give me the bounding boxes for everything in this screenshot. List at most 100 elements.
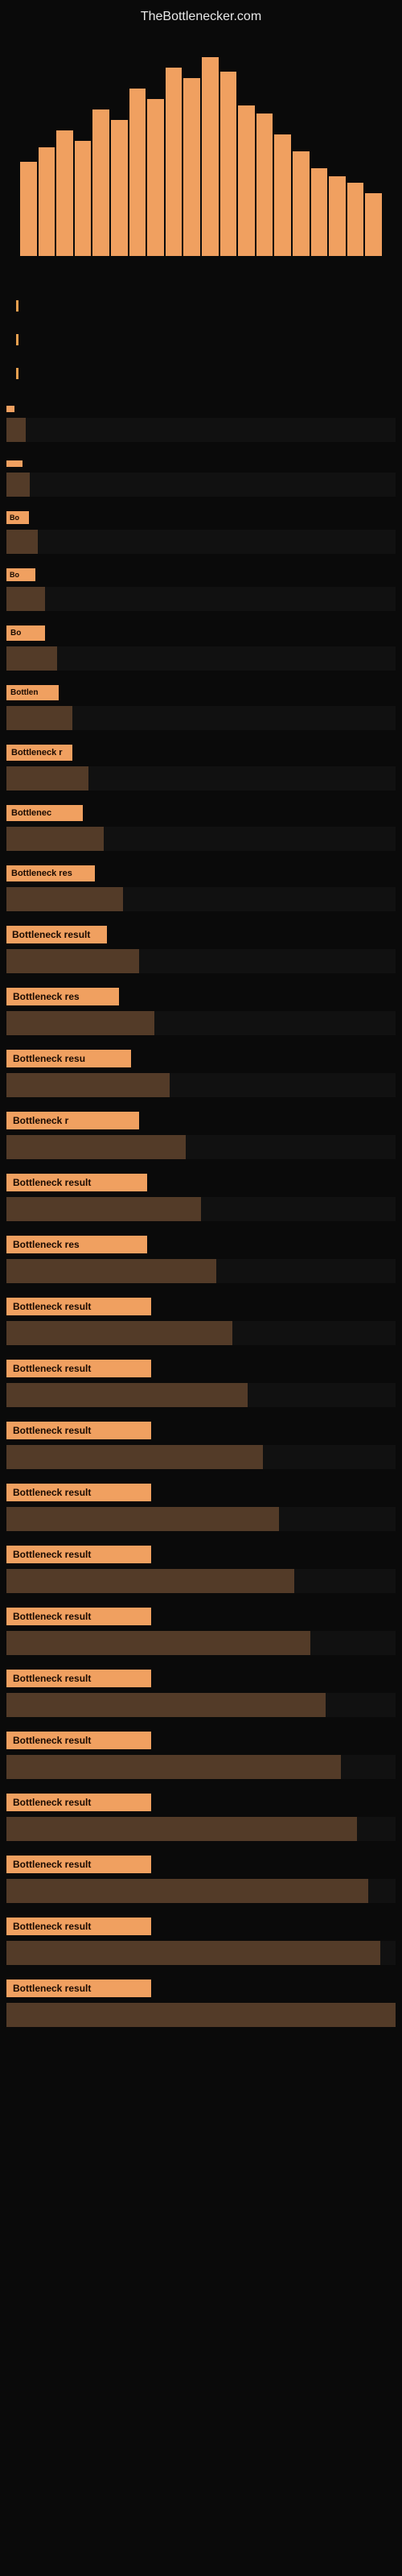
bottleneck-result-label[interactable]: Bo: [6, 511, 29, 524]
result-item: Bottleneck result: [6, 1670, 396, 1717]
result-item: B: [6, 456, 396, 497]
chart-area: [0, 31, 402, 288]
result-bar-fill: [6, 706, 72, 730]
result-bar-background: [6, 1135, 396, 1159]
result-item: Bottleneck result: [6, 1484, 396, 1531]
result-item: Bottleneck result: [6, 1794, 396, 1841]
chart-bar: [39, 147, 55, 256]
chart-bar: [311, 168, 328, 256]
bottleneck-result-label[interactable]: Bottleneck result: [6, 1298, 151, 1315]
result-bar-fill: [6, 887, 123, 911]
chart-bar: [56, 130, 73, 256]
chart-bar: [256, 114, 273, 256]
result-bar-fill: [6, 1879, 368, 1903]
bottleneck-result-label[interactable]: Bottleneck resu: [6, 1050, 131, 1067]
result-bar-background: [6, 1197, 396, 1221]
result-bar-background: [6, 706, 396, 730]
bottleneck-result-label[interactable]: Bottlen: [6, 685, 59, 700]
bottleneck-result-label[interactable]: Bottleneck r: [6, 1112, 139, 1129]
result-bar-fill: [6, 1569, 294, 1593]
chart-bar: [111, 120, 128, 256]
result-item: Bottleneck result: [6, 1918, 396, 1965]
bottleneck-result-label[interactable]: Bottleneck result: [6, 1546, 151, 1563]
result-bar-background: [6, 1693, 396, 1717]
chart-bar: [129, 89, 146, 256]
result-item: Bottleneck result: [6, 1546, 396, 1593]
bottleneck-result-label[interactable]: Bottleneck result: [6, 1484, 151, 1501]
result-bar-fill: [6, 473, 30, 497]
chart-bar: [75, 141, 92, 256]
chart-bar: [347, 183, 364, 256]
chart-bar: [329, 176, 346, 256]
bottleneck-result-label[interactable]: B: [6, 406, 14, 412]
result-item: Bo: [6, 511, 396, 554]
result-bar-fill: [6, 1073, 170, 1097]
result-bar-background: [6, 646, 396, 671]
result-item: Bottlen: [6, 685, 396, 730]
results-container: B B Bo Bo Bo Bottlen Bottleneck r Bottlenec Bott…: [0, 402, 402, 2027]
bottleneck-result-label[interactable]: Bottleneck result: [6, 1794, 151, 1811]
result-bar-fill: [6, 766, 88, 791]
bottleneck-result-label[interactable]: Bottleneck result: [6, 1360, 151, 1377]
bottleneck-result-label[interactable]: Bottleneck r: [6, 745, 72, 761]
bottleneck-result-label[interactable]: Bottlenec: [6, 805, 83, 821]
result-bar-background: [6, 1073, 396, 1097]
bottleneck-result-label[interactable]: Bottleneck result: [6, 1608, 151, 1625]
label-marker: [16, 334, 18, 345]
result-bar-background: [6, 587, 396, 611]
site-title: TheBottlenecker.com: [0, 0, 402, 31]
result-bar-background: [6, 1755, 396, 1779]
bottleneck-result-label[interactable]: Bottleneck result: [6, 1732, 151, 1749]
result-item: Bottleneck r: [6, 745, 396, 791]
label-marker: [16, 300, 18, 312]
bottleneck-result-label[interactable]: Bottleneck result: [6, 1856, 151, 1873]
bottleneck-result-label[interactable]: Bottleneck result: [6, 926, 107, 943]
result-bar-fill: [6, 1507, 279, 1531]
result-bar-fill: [6, 1383, 248, 1407]
result-item: Bottleneck res: [6, 988, 396, 1035]
bottleneck-result-label[interactable]: B: [6, 460, 23, 467]
result-item: Bottleneck result: [6, 926, 396, 973]
chart-bar: [20, 162, 37, 256]
chart-bar: [183, 78, 200, 256]
bottleneck-result-label[interactable]: Bottleneck res: [6, 988, 119, 1005]
result-bar-background: [6, 949, 396, 973]
result-bar-background: [6, 827, 396, 851]
bottleneck-result-label[interactable]: Bottleneck result: [6, 1174, 147, 1191]
result-item: Bottleneck res: [6, 865, 396, 911]
chart-bar: [220, 72, 237, 256]
result-item: Bottleneck result: [6, 1422, 396, 1469]
result-bar-fill: [6, 1941, 380, 1965]
chart-bar: [202, 57, 219, 256]
result-bar-fill: [6, 1817, 357, 1841]
result-bar-background: [6, 1259, 396, 1283]
result-bar-fill: [6, 1135, 186, 1159]
result-bar-fill: [6, 2003, 396, 2027]
bottleneck-result-label[interactable]: Bottleneck result: [6, 1670, 151, 1687]
result-bar-background: [6, 1445, 396, 1469]
result-item: Bottleneck res: [6, 1236, 396, 1283]
result-item: Bottleneck result: [6, 1360, 396, 1407]
bottleneck-result-label[interactable]: Bo: [6, 568, 35, 581]
result-item: Bottleneck result: [6, 1608, 396, 1655]
label-marker: [16, 368, 18, 379]
result-item: Bottleneck r: [6, 1112, 396, 1159]
bottleneck-result-label[interactable]: Bottleneck result: [6, 1422, 151, 1439]
result-bar-background: [6, 1941, 396, 1965]
chart-bar: [166, 68, 183, 256]
bottleneck-result-label[interactable]: Bottleneck res: [6, 865, 95, 881]
result-bar-background: [6, 418, 396, 442]
upper-label-2: [16, 334, 386, 345]
result-bar-background: [6, 2003, 396, 2027]
bottleneck-result-label[interactable]: Bottleneck res: [6, 1236, 147, 1253]
result-bar-background: [6, 530, 396, 554]
bottleneck-result-label[interactable]: Bo: [6, 625, 45, 641]
chart-bar: [92, 109, 109, 256]
bottleneck-result-label[interactable]: Bottleneck result: [6, 1918, 151, 1935]
result-bar-fill: [6, 1445, 263, 1469]
result-item: Bo: [6, 568, 396, 611]
result-bar-fill: [6, 827, 104, 851]
result-bar-background: [6, 1879, 396, 1903]
bottleneck-result-label[interactable]: Bottleneck result: [6, 1979, 151, 1997]
result-bar-background: [6, 1817, 396, 1841]
